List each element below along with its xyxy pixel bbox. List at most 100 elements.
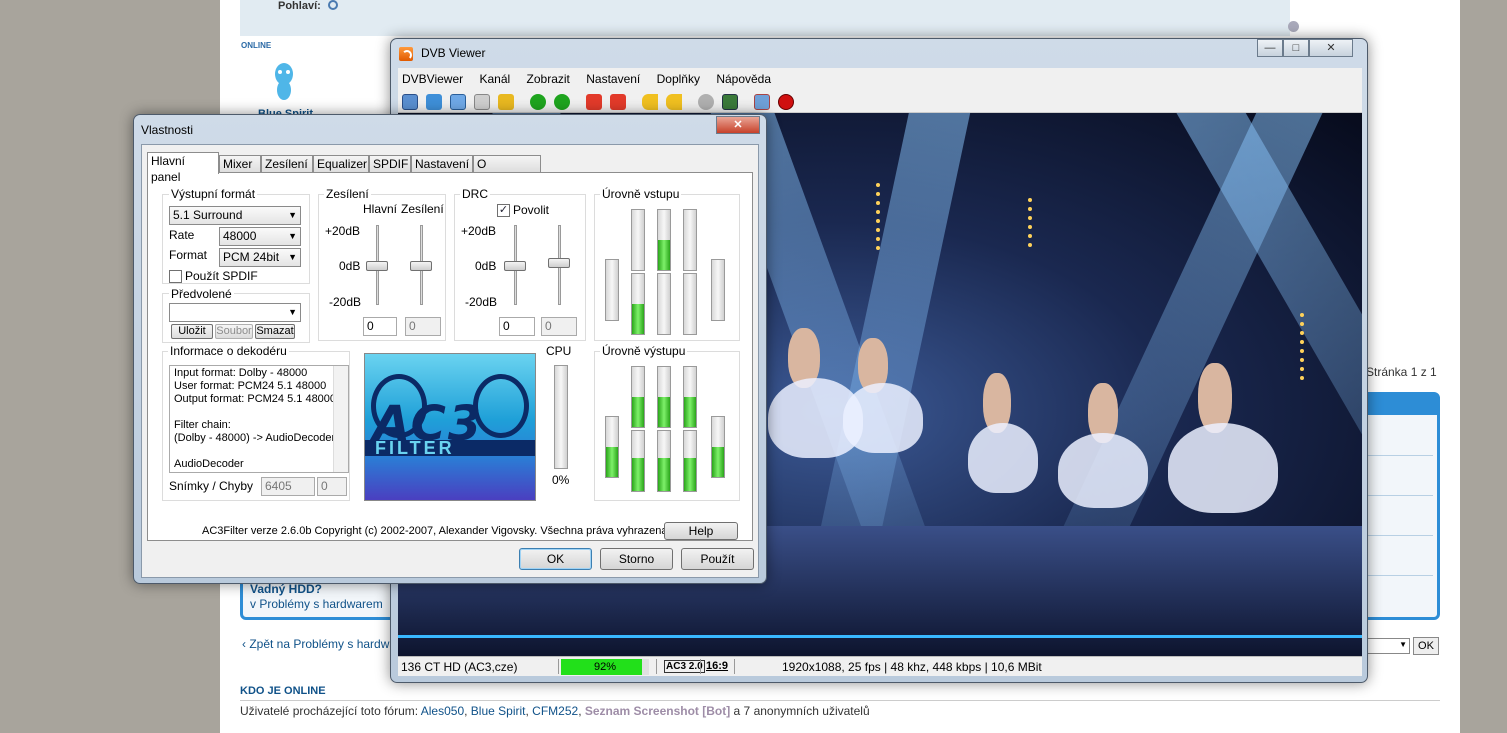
cpu-value: 0% [552,473,570,487]
group-title: DRC [460,187,490,201]
tab-gain[interactable]: Zesílení [261,155,313,173]
sample-format-select[interactable]: PCM 24bit ▼ [219,248,301,267]
online-user[interactable]: Blue Spirit [471,704,526,718]
tools-icon[interactable] [754,94,770,110]
drc-slider-2[interactable] [548,258,570,268]
minimize-button[interactable]: — [1257,39,1283,57]
who-is-online-title: KDO JE ONLINE [240,685,326,697]
back-icon[interactable] [530,94,546,110]
output-level-meter [711,416,725,478]
preset-file-button[interactable]: Soubor [215,324,253,339]
main-gain-slider[interactable] [366,261,388,271]
gender-label: Pohlaví: [278,0,321,12]
copyright-text: AC3Filter verze 2.6.0b Copyright (c) 200… [202,525,671,537]
drc-mark-mid: 0dB [475,259,497,273]
page-info: Stránka 1 z 1 [1366,365,1437,379]
group-title: Předvolené [169,287,234,301]
chevron-down-icon: ▼ [288,252,297,262]
output-levels-group: Úrovně výstupu [594,344,740,501]
tab-main-panel[interactable]: Hlavní panel [147,152,219,184]
decoder-info-text[interactable]: Input format: Dolby - 48000 User format:… [169,365,349,473]
online-bot[interactable]: Seznam Screenshot [Bot] [585,704,730,718]
prev-channel-icon[interactable] [586,94,602,110]
rate-select[interactable]: 48000 ▼ [219,227,301,246]
who-is-online-text: Uživatelé procházející toto fórum: Ales0… [240,704,870,718]
decoder-info-scrollbar[interactable] [333,366,348,472]
dialog-close-button[interactable]: ✕ [716,116,760,134]
settings-icon[interactable] [1288,21,1299,32]
online-user[interactable]: CFM252 [532,704,578,718]
cancel-button[interactable]: Storno [600,548,673,570]
close-button[interactable]: ✕ [1309,39,1353,57]
maximize-button[interactable]: □ [1283,39,1309,57]
osd-icon[interactable] [402,94,418,110]
preset-delete-button[interactable]: Smazat [255,324,295,339]
signal-progress: 92% [561,659,649,675]
apply-button[interactable]: Použít [681,548,754,570]
tab-about[interactable]: O programu [473,155,541,187]
main-gain-input[interactable]: 0 [363,317,397,336]
chevron-down-icon: ▼ [288,307,297,317]
drc-input-1[interactable]: 0 [499,317,535,336]
dialog-body: Hlavní panel Mixer Zesílení Equalizer SP… [141,144,759,578]
tab-settings[interactable]: Nastavení [411,155,473,173]
format-label: Format [169,248,208,262]
dvbviewer-logo-icon [399,47,413,61]
chevron-down-icon: ▼ [288,210,297,220]
drc-mark-bot: -20dB [465,295,498,309]
drc-enable-checkbox[interactable]: ✓ [497,204,510,217]
online-user[interactable]: Ales050 [421,704,464,718]
preset-save-button[interactable]: Uložit [171,324,213,339]
next-channel-icon[interactable] [610,94,626,110]
tab-mixer[interactable]: Mixer [219,155,261,173]
spdif-checkbox[interactable] [169,270,182,283]
menu-napoveda[interactable]: Nápověda [712,68,780,86]
menu-doplnky[interactable]: Doplňky [653,68,709,86]
group-title: Výstupní formát [169,187,258,201]
topic-title[interactable]: Vadný HDD? [250,582,322,596]
tab-equalizer[interactable]: Equalizer [313,155,369,173]
jump-ok-button[interactable]: OK [1413,637,1439,655]
screenshot-icon[interactable] [722,94,738,110]
speaker-format-select[interactable]: 5.1 Surround ▼ [169,206,301,225]
drc-slider-1[interactable] [504,261,526,271]
output-level-meter [631,430,645,492]
window-title: DVB Viewer [421,46,486,60]
cpu-label: CPU [546,344,572,358]
toolbar [398,90,1362,113]
gain-input[interactable]: 0 [405,317,441,336]
status-bar: 136 CT HD (AC3,cze) 92% AC3 2.0 16:9 192… [398,656,1362,676]
fullscreen-icon[interactable] [426,94,442,110]
topic-forum-link[interactable]: v Problémy s hardwarem [250,597,383,611]
group-title: Zesílení [324,187,371,201]
drc-input-2[interactable]: 0 [541,317,577,336]
avatar [275,63,293,100]
epg-icon[interactable] [474,94,490,110]
tab-spdif[interactable]: SPDIF [369,155,411,173]
audio-badge: AC3 2.0 [664,660,705,673]
gain-slider[interactable] [410,261,432,271]
male-icon [328,0,338,10]
forward-icon[interactable] [554,94,570,110]
volume-down-icon[interactable] [642,94,658,110]
record-dot-icon[interactable] [778,94,794,110]
volume-up-icon[interactable] [666,94,682,110]
drc-enable-label: Povolit [513,203,550,217]
menu-nastaveni[interactable]: Nastavení [582,68,649,86]
decoder-info-group: Informace o dekodéru Input format: Dolby… [162,344,350,501]
drc-mark-top: +20dB [461,224,497,238]
window-icon[interactable] [450,94,466,110]
main-panel: Výstupní formát 5.1 Surround ▼ Rate 48000… [147,172,753,541]
audio-icon[interactable] [698,94,714,110]
menu-dvbviewer[interactable]: DVBViewer [398,68,472,86]
frames-label: Snímky / Chyby [169,479,254,493]
input-level-meter [683,209,697,271]
record-icon[interactable] [498,94,514,110]
preset-select[interactable]: ▼ [169,303,301,322]
output-level-meter [657,366,671,428]
menu-kanal[interactable]: Kanál [475,68,519,86]
output-format-group: Výstupní formát 5.1 Surround ▼ Rate 48000… [162,187,310,284]
ok-button[interactable]: OK [519,548,592,570]
help-button[interactable]: Help [664,522,738,540]
menu-zobrazit[interactable]: Zobrazit [523,68,579,86]
